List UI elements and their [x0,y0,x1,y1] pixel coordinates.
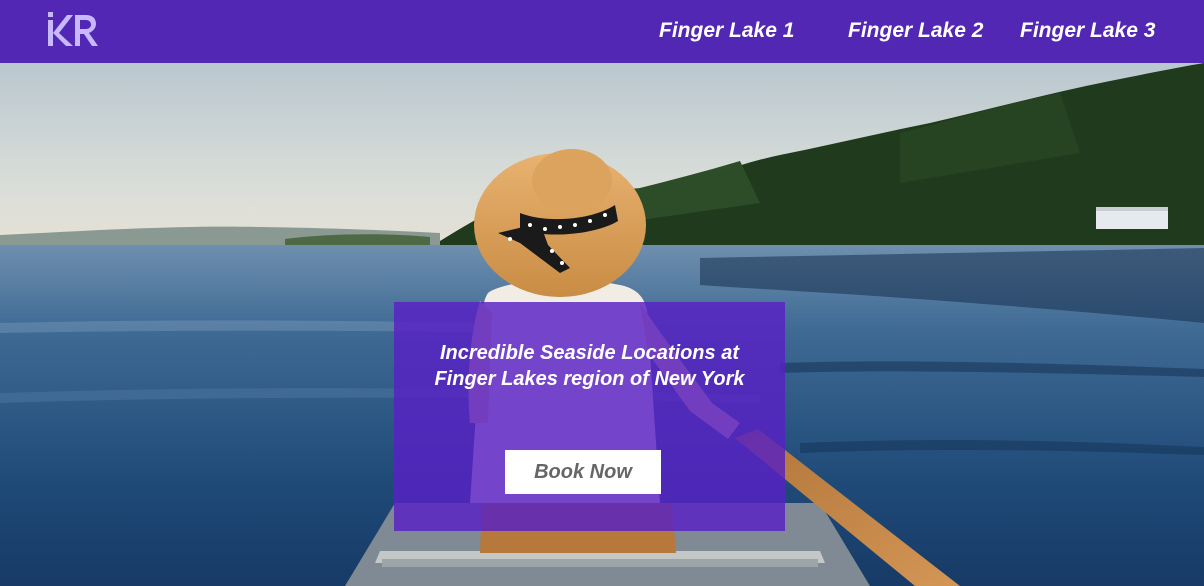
nav-link-finger-lake-3[interactable]: Finger Lake 3 [1020,17,1155,45]
hero-heading-line-2: Finger Lakes region of New York [434,368,745,390]
landing-page: Finger Lake 1 Finger Lake 2 Finger Lake … [0,0,1204,586]
hero-heading: Incredible Seaside Locations at Finger L… [394,340,785,392]
nav-link-finger-lake-1[interactable]: Finger Lake 1 [659,17,794,45]
top-navbar: Finger Lake 1 Finger Lake 2 Finger Lake … [0,0,1204,63]
book-now-button[interactable]: Book Now [505,450,661,494]
kr-logo-icon [48,12,98,46]
brand-logo[interactable] [47,12,99,48]
hero-heading-line-1: Incredible Seaside Locations at [440,342,739,364]
nav-link-finger-lake-2[interactable]: Finger Lake 2 [848,17,983,45]
promo-card: Incredible Seaside Locations at Finger L… [394,302,785,531]
